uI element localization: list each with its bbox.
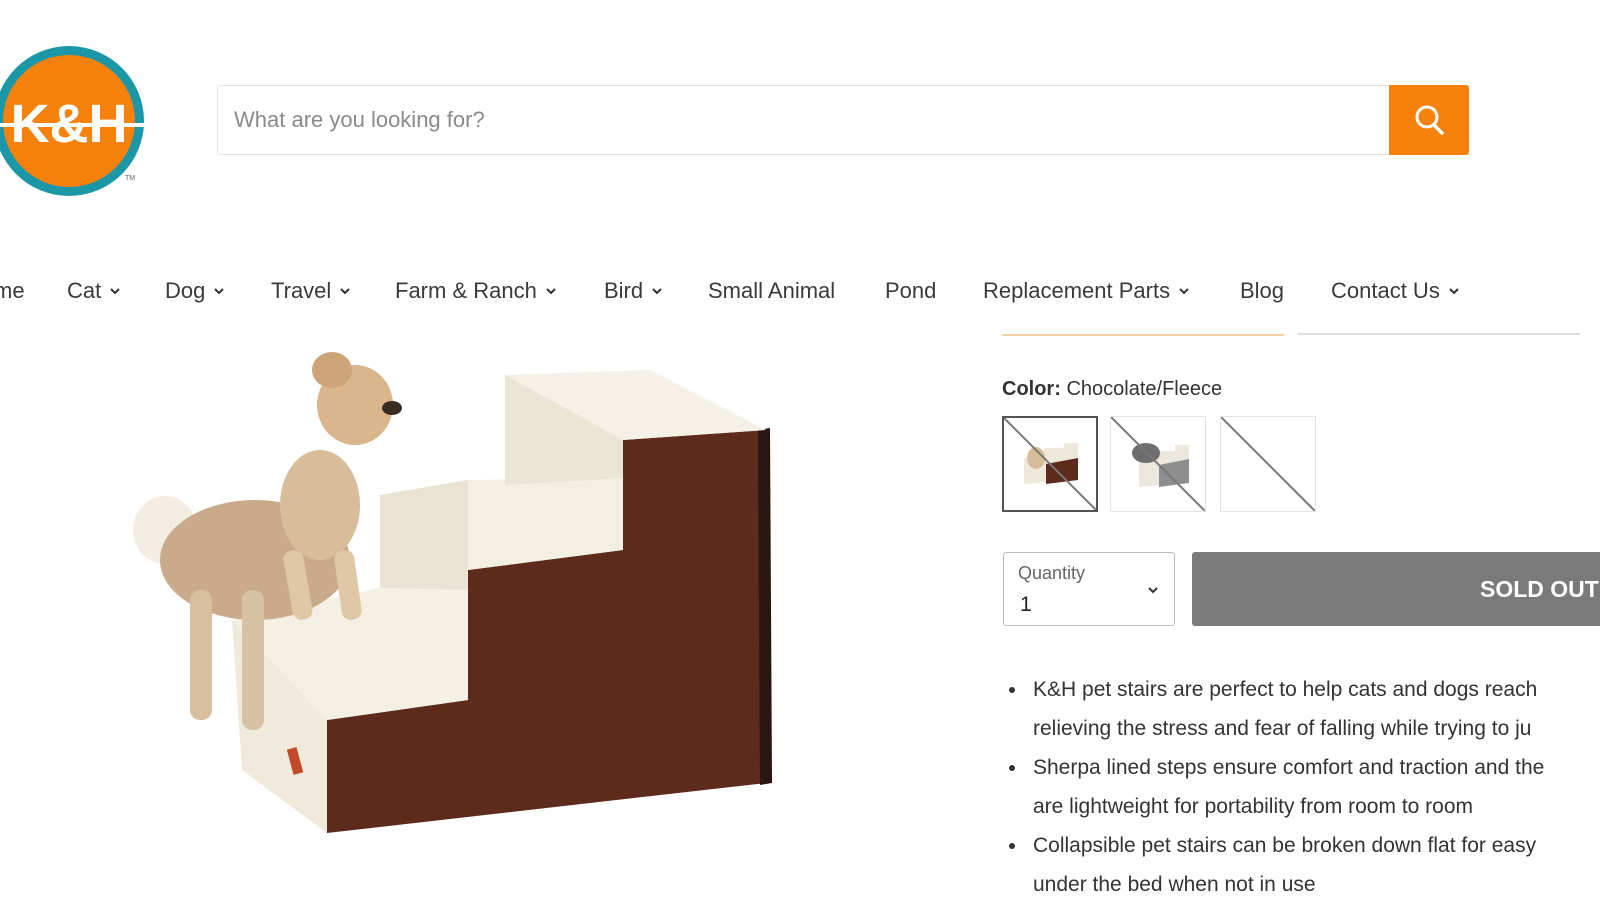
- list-item: Sherpa lined steps ensure comfort and tr…: [1005, 748, 1600, 787]
- quantity-label: Quantity: [1018, 563, 1086, 583]
- size-option-selected-underline[interactable]: [1002, 334, 1284, 336]
- color-swatch-unavailable[interactable]: [1220, 416, 1316, 512]
- nav-item-bird[interactable]: Bird: [604, 272, 663, 310]
- swatch-thumbnail: [1111, 417, 1205, 511]
- chevron-down-icon: [546, 288, 556, 295]
- nav-item-blog[interactable]: Blog: [1240, 272, 1284, 310]
- color-label: Color: Chocolate/Fleece: [1002, 378, 1223, 400]
- quantity-select[interactable]: Quantity 1: [1003, 552, 1175, 626]
- quantity-value: 1: [1020, 593, 1032, 616]
- size-option-underline[interactable]: [1298, 333, 1580, 335]
- nav-item-travel[interactable]: Travel: [271, 272, 351, 310]
- search-input[interactable]: [218, 86, 1388, 154]
- chevron-down-icon: [1449, 288, 1459, 295]
- chevron-down-icon: [110, 288, 120, 295]
- logo-text: K&H: [11, 94, 128, 154]
- chevron-down-icon: [652, 288, 662, 295]
- product-image[interactable]: [90, 330, 810, 870]
- search-bar: [217, 85, 1469, 155]
- list-item: K&H pet stairs are perfect to help cats …: [1005, 670, 1600, 709]
- list-item-continuation: are lightweight for portability from roo…: [1033, 795, 1474, 818]
- swatch-thumbnail: [1004, 418, 1096, 510]
- nav-item-home[interactable]: me: [0, 272, 25, 310]
- list-item: Collapsible pet stairs can be broken dow…: [1005, 826, 1600, 865]
- svg-text:TM: TM: [125, 175, 135, 182]
- product-description-list: K&H pet stairs are perfect to help cats …: [1005, 670, 1600, 904]
- chevron-down-icon: [1148, 587, 1158, 594]
- main-nav: me Cat Dog Travel Farm & Ranch Bird Smal…: [0, 272, 1600, 312]
- color-swatch-chocolate[interactable]: [1002, 416, 1098, 512]
- chevron-down-icon: [1179, 288, 1189, 295]
- nav-item-contact-us[interactable]: Contact Us: [1331, 272, 1460, 310]
- nav-item-dog[interactable]: Dog: [165, 272, 225, 310]
- search-button[interactable]: [1389, 85, 1469, 155]
- unavailable-slash-icon: [1221, 417, 1315, 511]
- color-value: Chocolate/Fleece: [1066, 378, 1223, 400]
- nav-item-pond[interactable]: Pond: [885, 272, 936, 310]
- list-item-continuation: under the bed when not in use: [1033, 873, 1316, 896]
- search-icon: [1415, 105, 1444, 135]
- kh-logo[interactable]: K&H TM: [0, 44, 146, 198]
- chevron-down-icon: [340, 288, 351, 295]
- nav-item-replacement-parts[interactable]: Replacement Parts: [983, 272, 1190, 310]
- color-swatch-gray[interactable]: [1110, 416, 1206, 512]
- list-item-continuation: relieving the stress and fear of falling…: [1033, 717, 1532, 740]
- nav-item-small-animal[interactable]: Small Animal: [708, 272, 835, 310]
- sold-out-button[interactable]: SOLD OUT: [1192, 552, 1600, 626]
- chevron-down-icon: [214, 288, 225, 295]
- nav-item-cat[interactable]: Cat: [67, 272, 121, 310]
- nav-item-farm-ranch[interactable]: Farm & Ranch: [395, 272, 557, 310]
